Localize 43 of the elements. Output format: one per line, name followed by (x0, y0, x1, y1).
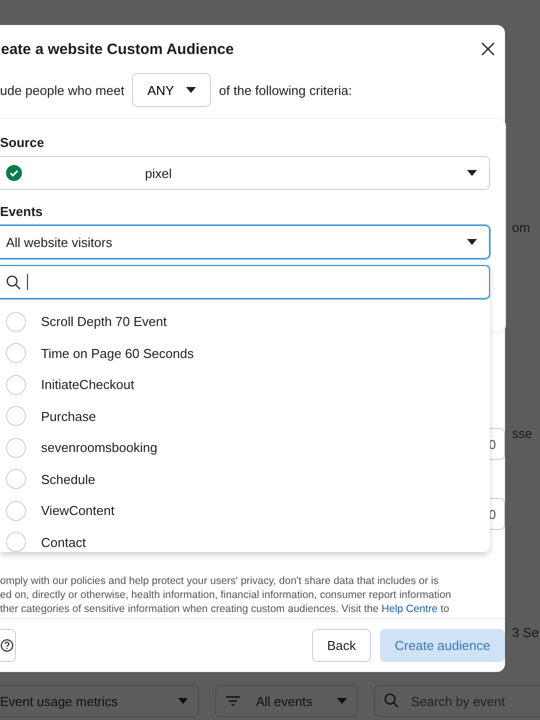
event-option[interactable]: Purchase (0, 400, 490, 432)
event-option[interactable]: ViewContent (0, 495, 490, 526)
match-dropdown[interactable]: ANY (132, 73, 212, 107)
back-button[interactable]: Back (312, 629, 371, 662)
radio-button[interactable] (6, 438, 26, 458)
radio-button[interactable] (6, 343, 26, 364)
events-label: Events (0, 204, 44, 219)
caret-icon (337, 698, 347, 704)
event-option[interactable]: Schedule (0, 464, 490, 495)
dialog-title: eate a website Custom Audience (0, 40, 234, 58)
caret-icon (467, 170, 477, 176)
help-icon (0, 638, 14, 653)
search-icon (6, 274, 21, 290)
radio-button[interactable] (6, 469, 26, 490)
background-text: 3 Se (512, 625, 539, 640)
help-centre-link[interactable]: Help Centre (382, 603, 438, 615)
event-option[interactable]: Time on Page 60 Seconds (0, 338, 490, 369)
events-dropdown[interactable]: All website visitors (0, 225, 490, 259)
criteria-text: of the following criteria: (219, 82, 352, 98)
caret-icon (467, 239, 477, 245)
radio-button[interactable] (6, 500, 26, 521)
radio-button[interactable] (6, 532, 26, 552)
event-option[interactable]: Contact (0, 526, 490, 552)
source-dropdown[interactable]: pixel (0, 156, 490, 190)
radio-button[interactable] (6, 312, 26, 332)
help-button[interactable] (0, 629, 16, 662)
source-label: Source (0, 135, 46, 150)
event-option[interactable]: Scroll Depth 70 Event (0, 306, 490, 338)
radio-button[interactable] (6, 374, 26, 395)
caret-icon (186, 87, 196, 93)
criteria-text: ude people who meet (0, 82, 124, 98)
event-option[interactable]: sevenroomsbooking (0, 432, 490, 464)
filter-icon (226, 696, 240, 706)
caret-icon (178, 698, 188, 704)
privacy-notice: omply with our policies and help protect your users' privacy, don't share data that includes or is ed on, directly or otherwise, health information, financial information, consumer report information ther categories of sensitive information when creating custom audiences. Visit the Help Centre to (0, 574, 452, 616)
background-text: om (512, 220, 530, 235)
radio-button[interactable] (6, 406, 26, 426)
background-text: sse (512, 426, 532, 441)
close-icon[interactable] (481, 42, 495, 56)
event-search-field[interactable]: Search by event (374, 685, 540, 717)
search-icon (384, 693, 399, 708)
search-field[interactable] (0, 265, 490, 299)
event-option[interactable]: InitiateCheckout (0, 369, 490, 400)
